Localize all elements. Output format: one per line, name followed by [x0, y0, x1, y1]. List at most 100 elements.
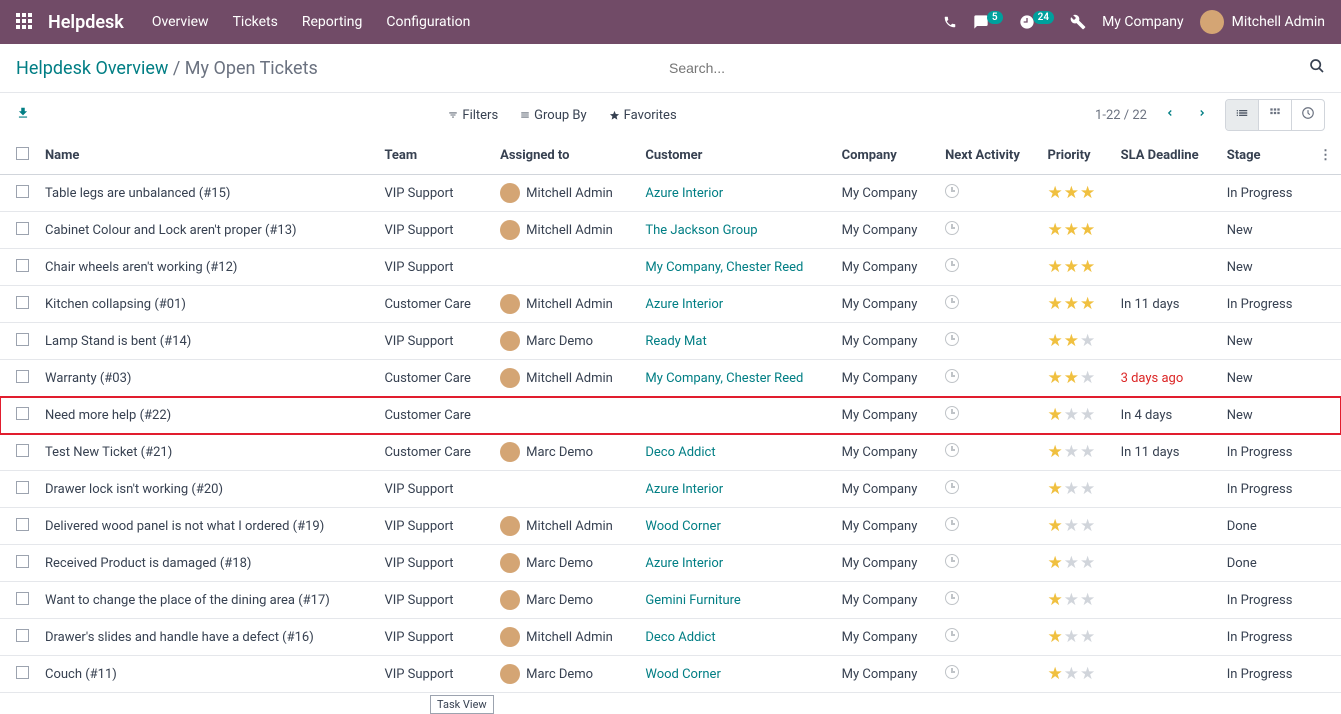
company-name[interactable]: My Company — [1102, 14, 1184, 30]
clock-icon[interactable] — [945, 554, 959, 568]
customer-link[interactable]: Gemini Furniture — [645, 593, 740, 608]
star-icon[interactable]: ★ — [1048, 664, 1064, 684]
star-icon[interactable]: ★ — [1080, 442, 1096, 462]
table-row[interactable]: Warranty (#03)Customer CareMitchell Admi… — [0, 360, 1341, 397]
clock-icon[interactable] — [945, 480, 959, 494]
clock-icon[interactable] — [945, 258, 959, 272]
table-row[interactable]: Table legs are unbalanced (#15)VIP Suppo… — [0, 175, 1341, 212]
row-checkbox[interactable] — [16, 222, 29, 235]
star-icon[interactable]: ★ — [1064, 257, 1080, 277]
table-row[interactable]: Need more help (#22)Customer CareMy Comp… — [0, 397, 1341, 434]
row-checkbox[interactable] — [16, 185, 29, 198]
nav-reporting[interactable]: Reporting — [302, 14, 363, 30]
phone-icon[interactable] — [943, 15, 957, 29]
star-icon[interactable]: ★ — [1048, 442, 1064, 462]
customer-link[interactable]: Wood Corner — [645, 667, 720, 682]
pager-prev[interactable] — [1161, 107, 1179, 123]
search-input[interactable] — [665, 54, 1297, 82]
star-icon[interactable]: ★ — [1048, 627, 1064, 647]
row-checkbox[interactable] — [16, 481, 29, 494]
clock-icon[interactable] — [945, 406, 959, 420]
star-icon[interactable]: ★ — [1064, 627, 1080, 647]
table-row[interactable]: Want to change the place of the dining a… — [0, 582, 1341, 619]
view-activity-icon[interactable] — [1292, 100, 1324, 130]
customer-link[interactable]: Deco Addict — [645, 445, 715, 460]
star-icon[interactable]: ★ — [1080, 368, 1096, 388]
star-icon[interactable]: ★ — [1064, 405, 1080, 425]
customer-link[interactable]: Azure Interior — [645, 297, 723, 312]
star-icon[interactable]: ★ — [1064, 664, 1080, 684]
table-row[interactable]: Lamp Stand is bent (#14)VIP SupportMarc … — [0, 323, 1341, 360]
row-checkbox[interactable] — [16, 296, 29, 309]
col-stage[interactable]: Stage — [1219, 137, 1311, 175]
view-kanban-icon[interactable] — [1259, 100, 1292, 130]
star-icon[interactable]: ★ — [1048, 405, 1064, 425]
star-icon[interactable]: ★ — [1048, 516, 1064, 536]
table-row[interactable]: Cabinet Colour and Lock aren't proper (#… — [0, 212, 1341, 249]
star-icon[interactable]: ★ — [1080, 590, 1096, 610]
row-checkbox[interactable] — [16, 407, 29, 420]
clock-nav-icon[interactable]: 24 — [1019, 14, 1054, 30]
star-icon[interactable]: ★ — [1048, 368, 1064, 388]
view-list-icon[interactable] — [1226, 100, 1259, 130]
star-icon[interactable]: ★ — [1080, 553, 1096, 573]
star-icon[interactable]: ★ — [1064, 368, 1080, 388]
clock-icon[interactable] — [945, 184, 959, 198]
star-icon[interactable]: ★ — [1080, 664, 1096, 684]
row-checkbox[interactable] — [16, 555, 29, 568]
star-icon[interactable]: ★ — [1064, 479, 1080, 499]
star-icon[interactable]: ★ — [1080, 220, 1096, 240]
star-icon[interactable]: ★ — [1048, 294, 1064, 314]
table-row[interactable]: Drawer's slides and handle have a defect… — [0, 619, 1341, 656]
table-row[interactable]: Delivered wood panel is not what I order… — [0, 508, 1341, 545]
col-company[interactable]: Company — [834, 137, 937, 175]
col-assigned[interactable]: Assigned to — [492, 137, 637, 175]
search-icon[interactable] — [1309, 58, 1325, 78]
table-row[interactable]: Chair wheels aren't working (#12)VIP Sup… — [0, 249, 1341, 286]
customer-link[interactable]: Azure Interior — [645, 186, 723, 201]
clock-icon[interactable] — [945, 628, 959, 642]
star-icon[interactable]: ★ — [1080, 405, 1096, 425]
star-icon[interactable]: ★ — [1080, 257, 1096, 277]
clock-icon[interactable] — [945, 517, 959, 531]
select-all-checkbox[interactable] — [16, 147, 29, 160]
breadcrumb-parent[interactable]: Helpdesk Overview — [16, 58, 168, 79]
star-icon[interactable]: ★ — [1064, 442, 1080, 462]
col-activity[interactable]: Next Activity — [937, 137, 1039, 175]
star-icon[interactable]: ★ — [1048, 331, 1064, 351]
star-icon[interactable]: ★ — [1048, 183, 1064, 203]
filters-button[interactable]: Filters — [448, 108, 498, 123]
nav-overview[interactable]: Overview — [152, 14, 209, 30]
clock-icon[interactable] — [945, 221, 959, 235]
clock-icon[interactable] — [945, 591, 959, 605]
star-icon[interactable]: ★ — [1064, 331, 1080, 351]
clock-icon[interactable] — [945, 332, 959, 346]
row-checkbox[interactable] — [16, 444, 29, 457]
star-icon[interactable]: ★ — [1080, 331, 1096, 351]
table-row[interactable]: Test New Ticket (#21)Customer CareMarc D… — [0, 434, 1341, 471]
tools-icon[interactable] — [1070, 14, 1086, 30]
customer-link[interactable]: My Company, Chester Reed — [645, 260, 803, 275]
customer-link[interactable]: My Company, Chester Reed — [645, 371, 803, 386]
row-checkbox[interactable] — [16, 592, 29, 605]
star-icon[interactable]: ★ — [1048, 590, 1064, 610]
nav-tickets[interactable]: Tickets — [233, 14, 278, 30]
download-icon[interactable] — [16, 106, 30, 124]
chat-icon[interactable]: 5 — [973, 14, 1003, 30]
star-icon[interactable]: ★ — [1080, 294, 1096, 314]
groupby-button[interactable]: Group By — [520, 108, 587, 123]
customer-link[interactable]: The Jackson Group — [645, 223, 757, 238]
col-name[interactable]: Name — [37, 137, 376, 175]
favorites-button[interactable]: Favorites — [609, 108, 677, 123]
star-icon[interactable]: ★ — [1048, 479, 1064, 499]
clock-icon[interactable] — [945, 369, 959, 383]
customer-link[interactable]: Deco Addict — [645, 630, 715, 645]
col-customer[interactable]: Customer — [637, 137, 833, 175]
star-icon[interactable]: ★ — [1048, 553, 1064, 573]
star-icon[interactable]: ★ — [1080, 183, 1096, 203]
apps-icon[interactable] — [16, 13, 34, 31]
star-icon[interactable]: ★ — [1064, 553, 1080, 573]
nav-configuration[interactable]: Configuration — [386, 14, 470, 30]
row-checkbox[interactable] — [16, 666, 29, 679]
table-row[interactable]: Drawer lock isn't working (#20)VIP Suppo… — [0, 471, 1341, 508]
